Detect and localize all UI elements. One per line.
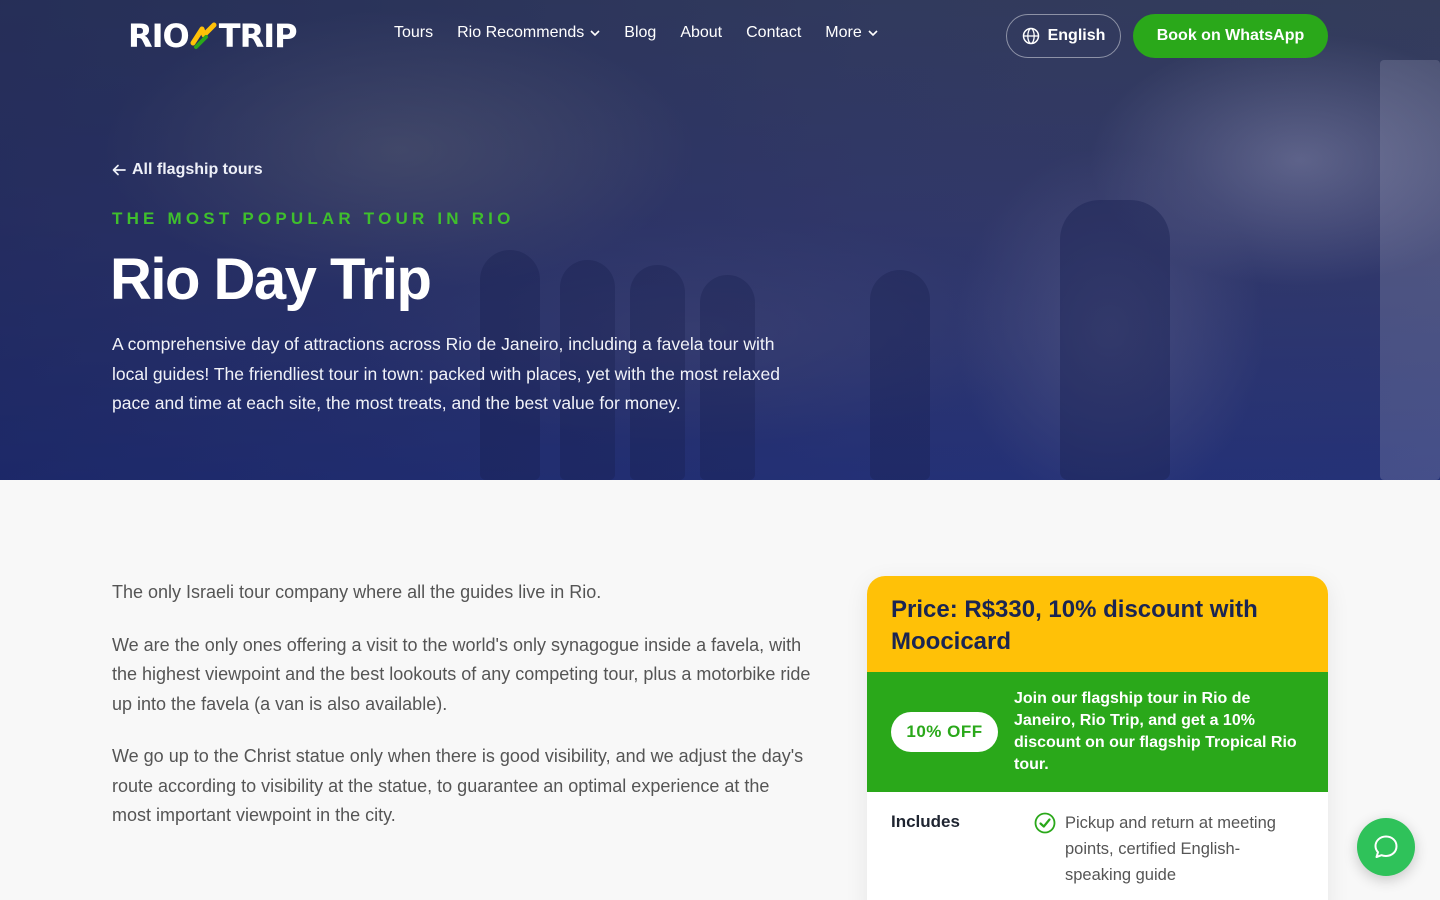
arrow-left-icon [112, 164, 126, 176]
page-title: Rio Day Trip [110, 247, 432, 312]
nav-item-tours[interactable]: Tours [394, 24, 433, 42]
hero-eyebrow: THE MOST POPULAR TOUR IN RIO [112, 209, 515, 228]
description-paragraph: We go up to the Christ statue only when … [112, 746, 804, 825]
nav-item-label: More [825, 24, 862, 41]
description-paragraph: We are the only ones offering a visit to… [112, 634, 811, 714]
nav-item-label: Tours [394, 24, 434, 41]
nav-item-label: Rio Recommends [457, 24, 585, 41]
back-to-flagship-tours-link[interactable]: All flagship tours [112, 161, 263, 179]
rio-trip-logo[interactable]: RIO TRIP [128, 17, 298, 55]
discount-badge: 10% OFF [891, 712, 998, 752]
check-circle-icon [1034, 812, 1056, 834]
chevron-down-icon [868, 30, 878, 37]
nav-item-rio-recommends[interactable]: Rio Recommends [457, 24, 600, 42]
logo-text-right: TRIP [218, 17, 298, 55]
logo-text-left: RIO [128, 17, 190, 55]
book-on-whatsapp-button[interactable]: Book on WhatsApp [1133, 14, 1328, 58]
chevron-down-icon [590, 30, 600, 37]
language-label: English [1047, 27, 1106, 44]
nav-item-about[interactable]: About [680, 24, 722, 42]
promo-text: Join our flagship tour in Rio de Janeiro… [1014, 690, 1297, 773]
includes-label: Includes [891, 812, 960, 831]
nav-item-label: Contact [746, 24, 802, 41]
cta-label: Book on WhatsApp [1156, 27, 1305, 44]
hero-description: A comprehensive day of attractions acros… [112, 334, 780, 413]
nav-item-label: About [680, 24, 723, 41]
tour-description: The only Israeli tour company where all … [112, 578, 812, 854]
chat-button[interactable] [1357, 818, 1415, 876]
language-selector-button[interactable]: English [1006, 14, 1121, 58]
price-heading: Price: R$330, 10% discount with Moocicar… [867, 576, 1328, 672]
chat-bubble-icon [1374, 835, 1398, 858]
nav-item-contact[interactable]: Contact [746, 24, 801, 42]
promo-banner: 10% OFF Join our flagship tour in Rio de… [867, 672, 1328, 792]
back-link-label: All flagship tours [132, 161, 263, 178]
price-card: Price: R$330, 10% discount with Moocicar… [867, 576, 1328, 900]
hero-section: RIO TRIP Tours Rio Recommends Blog About [0, 0, 1440, 480]
globe-icon [1022, 27, 1039, 45]
top-navigation: RIO TRIP Tours Rio Recommends Blog About [0, 0, 1440, 72]
main-menu: Tours Rio Recommends Blog About Contact … [394, 24, 902, 42]
nav-item-label: Blog [624, 24, 657, 41]
description-paragraph: The only Israeli tour company where all … [112, 582, 602, 602]
nav-item-blog[interactable]: Blog [624, 24, 656, 42]
nav-item-more[interactable]: More [825, 24, 878, 42]
includes-row: Includes Pickup and return at meeting po… [867, 792, 1328, 900]
includes-item: Pickup and return at meeting points, cer… [1065, 814, 1276, 884]
logo-mark-icon [190, 22, 217, 49]
